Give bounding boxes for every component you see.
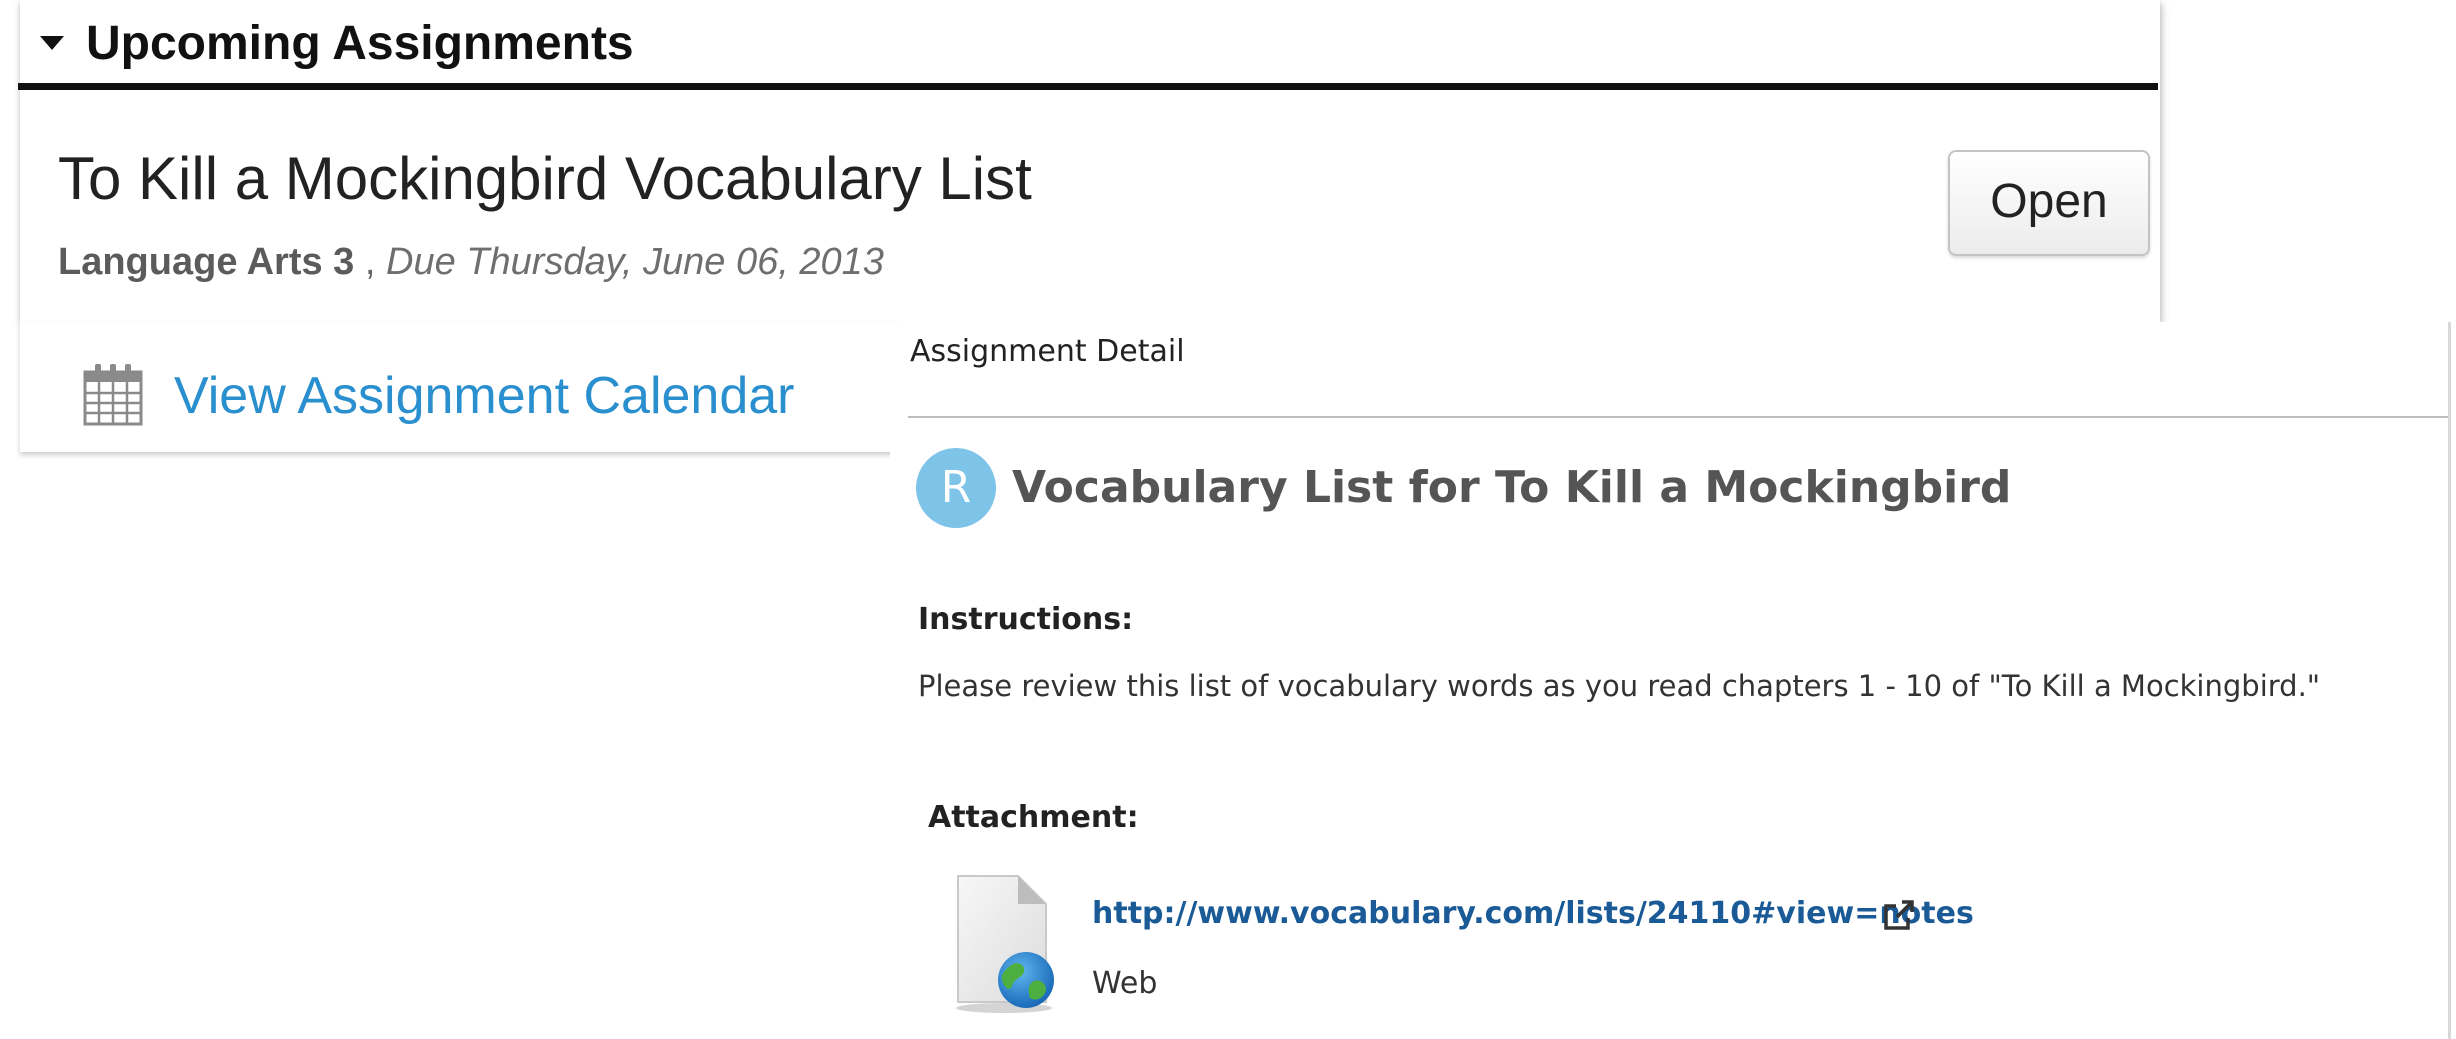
view-assignment-calendar-link[interactable]: View Assignment Calendar bbox=[174, 366, 795, 426]
external-link-icon[interactable] bbox=[1882, 898, 1916, 932]
resource-badge-icon: R bbox=[916, 448, 996, 528]
assignment-due-date: Due Thursday, June 06, 2013 bbox=[386, 241, 884, 283]
web-file-icon[interactable] bbox=[950, 874, 1070, 1014]
detail-header-divider bbox=[908, 416, 2448, 418]
assignment-detail-header: Assignment Detail bbox=[910, 334, 1185, 369]
instructions-label: Instructions: bbox=[918, 602, 1134, 637]
attachment-url-link[interactable]: http://www.vocabulary.com/lists/24110#vi… bbox=[1092, 894, 1974, 934]
meta-separator: , bbox=[354, 241, 387, 283]
calendar-link-panel: View Assignment Calendar bbox=[20, 322, 900, 452]
attachment-label: Attachment: bbox=[928, 800, 1139, 835]
calendar-icon[interactable] bbox=[82, 362, 144, 426]
upcoming-assignments-header[interactable]: Upcoming Assignments bbox=[18, 0, 2158, 90]
detail-panel-border bbox=[2448, 322, 2451, 1039]
instructions-text: Please review this list of vocabulary wo… bbox=[918, 669, 2321, 703]
upcoming-assignments-title: Upcoming Assignments bbox=[86, 17, 634, 70]
assignment-title: To Kill a Mockingbird Vocabulary List bbox=[58, 145, 1032, 212]
assignment-meta: Language Arts 3 , Due Thursday, June 06,… bbox=[58, 240, 884, 284]
collapse-caret-icon[interactable] bbox=[40, 36, 64, 50]
attachment-type: Web bbox=[1092, 966, 1158, 1001]
open-button[interactable]: Open bbox=[1948, 150, 2150, 256]
assignment-course: Language Arts 3 bbox=[58, 241, 355, 283]
detail-title: Vocabulary List for To Kill a Mockingbir… bbox=[1012, 462, 2012, 513]
